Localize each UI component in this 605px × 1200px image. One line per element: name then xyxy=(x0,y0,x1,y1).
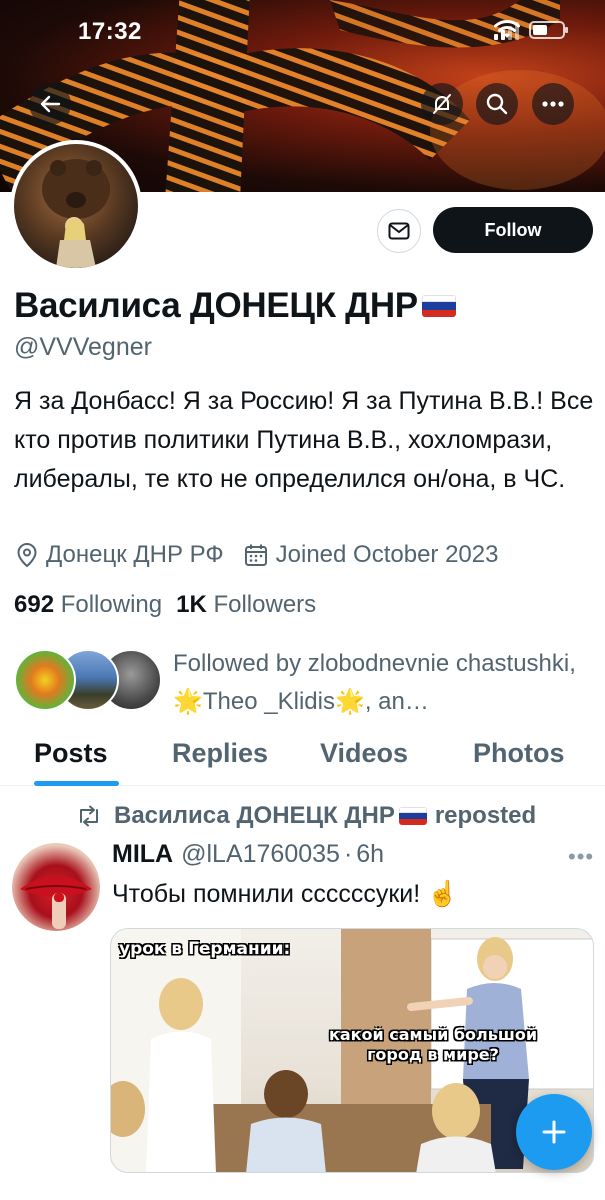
repost-icon xyxy=(80,805,98,827)
join-date-text: Joined October 2023 xyxy=(275,541,499,568)
post-text: Чтобы помнили ссссссуки! ☝️ xyxy=(112,880,459,908)
search-button[interactable] xyxy=(476,83,518,125)
post-more-icon[interactable]: ••• xyxy=(568,844,594,870)
wifi-icon xyxy=(494,20,520,38)
follower-avatar xyxy=(14,649,76,711)
envelope-icon xyxy=(388,222,410,240)
russian-flag-icon xyxy=(398,807,427,825)
status-icons xyxy=(494,20,568,40)
tab-replies[interactable]: Replies xyxy=(172,738,268,769)
bell-slash-icon xyxy=(433,94,451,114)
compose-button[interactable] xyxy=(516,1094,592,1170)
reposter-name: Василиса ДОНЕЦК ДНР xyxy=(114,802,395,829)
message-button[interactable] xyxy=(377,209,421,253)
tab-photos[interactable]: Photos xyxy=(473,738,565,769)
profile-meta: Донецк ДНР РФ Joined October 2023 xyxy=(16,541,518,569)
profile-bio: Я за Донбасс! Я за Россию! Я за Путина В… xyxy=(14,387,594,493)
battery-icon xyxy=(529,21,568,39)
followers-link[interactable]: 1K Followers xyxy=(176,591,316,619)
russian-flag-icon xyxy=(421,295,456,317)
repost-indicator[interactable]: Василиса ДОНЕЦК ДНР reposted xyxy=(76,802,536,830)
avatar-image xyxy=(20,876,92,929)
post-author-handle[interactable]: @lLA1760035 xyxy=(181,840,340,869)
followers-label: Followers xyxy=(213,591,317,618)
following-count: 692 xyxy=(14,591,55,618)
location-pin-icon xyxy=(17,542,37,568)
display-name: Василиса ДОНЕЦК ДНР xyxy=(14,286,456,326)
active-tab-indicator xyxy=(34,781,119,786)
notifications-button[interactable] xyxy=(421,83,463,125)
search-icon xyxy=(486,93,508,115)
post-header: MILA @lLA1760035 · 6h xyxy=(112,840,384,869)
followed-by-avatars[interactable] xyxy=(14,649,164,711)
more-horizontal-icon xyxy=(542,101,564,107)
followed-by-text[interactable]: Followed by zlobodnevnie chastushki, 🌟Th… xyxy=(173,645,593,721)
tab-videos[interactable]: Videos xyxy=(320,738,408,769)
post-time: 6h xyxy=(356,840,385,868)
follow-button[interactable]: Follow xyxy=(433,207,593,253)
location-text: Донецк ДНР РФ xyxy=(46,541,224,568)
calendar-icon xyxy=(244,544,267,566)
tab-posts[interactable]: Posts xyxy=(34,738,108,769)
repost-label: reposted xyxy=(434,802,537,829)
location: Донецк ДНР РФ xyxy=(16,541,224,569)
profile-avatar[interactable] xyxy=(10,140,142,272)
post-author-name[interactable]: MILA xyxy=(112,840,173,869)
post-author-avatar[interactable] xyxy=(12,843,100,931)
avatar-image xyxy=(42,159,110,268)
following-label: Following xyxy=(60,591,163,618)
status-time: 17:32 xyxy=(78,18,142,45)
plus-icon xyxy=(542,1120,566,1144)
more-options-button[interactable] xyxy=(532,83,574,125)
post-separator: · xyxy=(343,840,353,868)
display-name-text: Василиса ДОНЕЦК ДНР xyxy=(14,286,418,325)
back-button[interactable] xyxy=(29,83,71,125)
meme-caption-top: урок в Германии: xyxy=(119,939,291,959)
join-date: Joined October 2023 xyxy=(244,541,499,569)
arrow-left-icon xyxy=(40,95,61,113)
following-link[interactable]: 692 Following xyxy=(14,591,162,619)
profile-handle: @VVVegner xyxy=(14,333,152,361)
profile-stats: 692 Following 1K Followers xyxy=(14,591,316,619)
meme-caption-speech: какой самый большой город в мире? xyxy=(328,1025,538,1064)
profile-tabs: Posts Replies Videos Photos xyxy=(0,728,605,786)
followers-count: 1K xyxy=(176,591,207,618)
